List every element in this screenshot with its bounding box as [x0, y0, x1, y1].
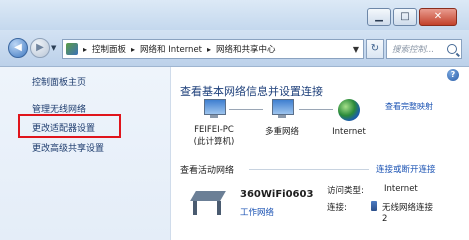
globe-icon — [338, 99, 360, 121]
network-name: 360WiFi0603 — [240, 189, 314, 200]
search-input[interactable]: 搜索控制... — [386, 39, 462, 59]
breadcrumb-separator-icon[interactable]: ▸ — [131, 45, 135, 54]
breadcrumb-separator-icon[interactable]: ▸ — [207, 45, 211, 54]
wireless-connection-number[interactable]: 2 — [382, 214, 387, 224]
close-button[interactable]: ✕ — [419, 8, 457, 26]
computer-icon — [201, 99, 227, 119]
address-dropdown-icon[interactable]: ▼ — [353, 45, 359, 54]
node-label: Internet — [332, 127, 366, 137]
network-node-multiple[interactable]: 多重网络 — [253, 99, 311, 137]
minimize-button[interactable]: ▁ — [367, 8, 391, 26]
refresh-button[interactable]: ↻ — [366, 39, 384, 59]
network-type-link[interactable]: 工作网络 — [240, 206, 274, 218]
recent-pages-chevron-icon[interactable]: ▼ — [51, 44, 56, 52]
window-controls: ▁ □ ✕ — [367, 8, 457, 26]
access-type-value: Internet — [384, 184, 418, 194]
title-bar: ▁ □ ✕ — [0, 0, 469, 30]
maximize-button[interactable]: □ — [393, 8, 417, 26]
back-arrow-icon[interactable]: ◀ — [8, 38, 28, 58]
breadcrumb-control-panel[interactable]: 控制面板 — [92, 43, 126, 55]
highlight-box — [18, 114, 121, 138]
search-placeholder: 搜索控制... — [392, 45, 435, 55]
main-content: ? 查看基本网络信息并设置连接 查看完整映射 FEIFEI-PC (此计算机) … — [171, 67, 469, 240]
help-icon[interactable]: ? — [447, 69, 459, 81]
node-sublabel: (此计算机) — [193, 137, 235, 147]
breadcrumb-sharing-center[interactable]: 网络和共享中心 — [216, 43, 276, 55]
network-node-this-computer[interactable]: FEIFEI-PC (此计算机) — [184, 99, 244, 147]
forward-arrow-icon[interactable]: ▶ — [30, 38, 50, 58]
search-icon[interactable] — [447, 44, 457, 54]
connection-label: 连接: — [327, 203, 347, 213]
active-networks-label: 查看活动网络 — [180, 166, 235, 176]
wireless-connection-link[interactable]: 无线网络连接 — [382, 201, 433, 213]
address-bar[interactable]: ▸ 控制面板 ▸ 网络和 Internet ▸ 网络和共享中心 ▼ — [62, 39, 364, 59]
access-type-label: 访问类型: — [327, 186, 364, 196]
network-icon — [269, 99, 295, 119]
control-panel-icon — [66, 43, 78, 55]
sidebar-home-link[interactable]: 控制面板主页 — [32, 75, 86, 88]
node-label: FEIFEI-PC — [194, 125, 234, 135]
page-title: 查看基本网络信息并设置连接 — [180, 85, 323, 98]
navigation-bar: ◀ ▶ ▼ ▸ 控制面板 ▸ 网络和 Internet ▸ 网络和共享中心 ▼ … — [0, 30, 469, 67]
view-full-map-link[interactable]: 查看完整映射 — [385, 101, 433, 112]
node-label: 多重网络 — [264, 127, 299, 137]
connect-disconnect-link[interactable]: 连接或断开连接 — [376, 163, 436, 175]
network-node-internet[interactable]: Internet — [321, 99, 377, 137]
divider — [249, 169, 369, 170]
wireless-signal-icon — [371, 201, 377, 211]
breadcrumb-network-internet[interactable]: 网络和 Internet — [140, 43, 202, 55]
work-network-icon — [189, 189, 229, 219]
breadcrumb-separator-icon[interactable]: ▸ — [83, 45, 87, 54]
sidebar-item-advanced-sharing[interactable]: 更改高级共享设置 — [32, 141, 104, 154]
sidebar: 控制面板主页 管理无线网络 更改适配器设置 更改高级共享设置 — [0, 67, 171, 240]
